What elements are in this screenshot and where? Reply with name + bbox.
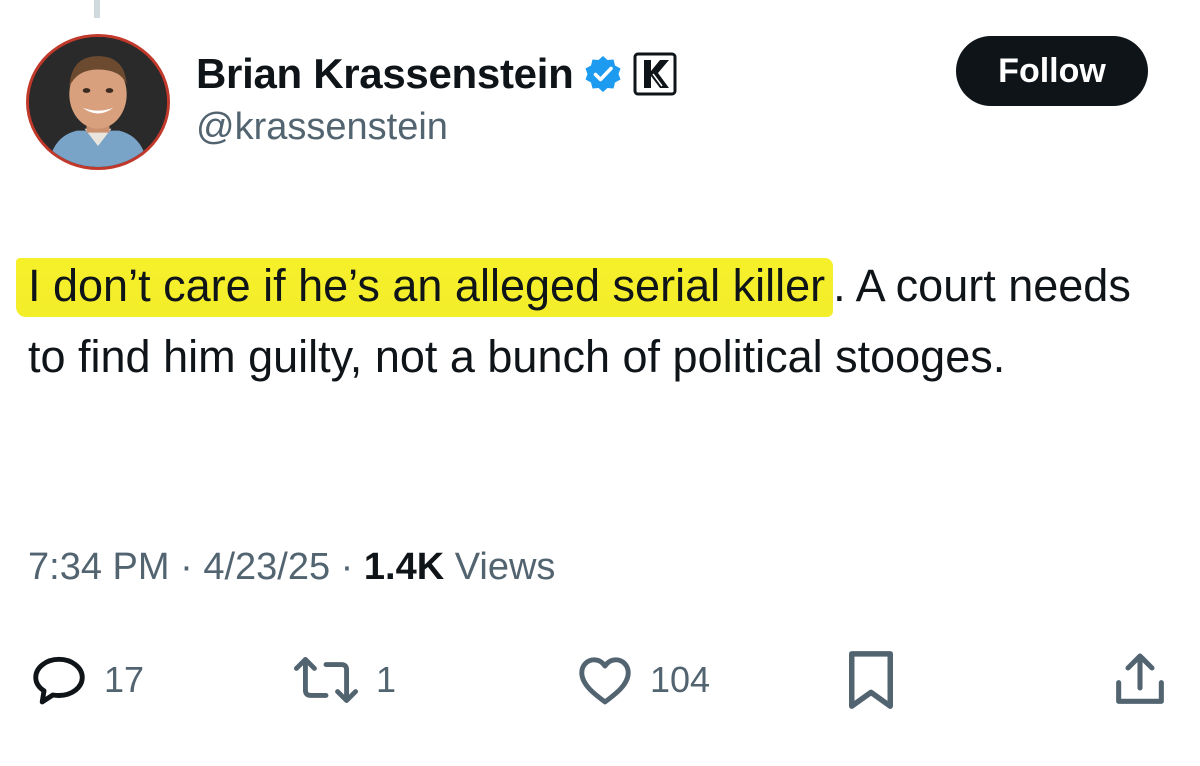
bookmark-button[interactable] [842, 640, 900, 720]
repost-icon [293, 656, 359, 704]
reply-count: 17 [104, 659, 145, 700]
like-button[interactable]: 104 [574, 640, 710, 720]
like-count: 104 [650, 659, 711, 700]
avatar-photo [29, 37, 167, 167]
thread-connector-line [94, 0, 100, 18]
verified-badge-icon[interactable] [583, 54, 623, 94]
repost-count: 1 [376, 659, 397, 700]
views-label: Views [454, 546, 556, 588]
meta-separator: · [340, 546, 354, 588]
bookmark-icon [849, 651, 893, 709]
views-count[interactable]: 1.4K [364, 546, 444, 588]
avatar[interactable] [26, 34, 170, 170]
author-display-name[interactable]: Brian Krassenstein [196, 50, 574, 98]
tweet-meta: 7:34 PM · 4/23/25 · 1.4K Views [28, 546, 555, 589]
tweet-date[interactable]: 4/23/25 [203, 546, 330, 588]
action-bar: 17 1 104 [0, 640, 1200, 720]
affiliate-k-badge-icon[interactable] [633, 52, 677, 96]
tweet-body: I don’t care if he’s an alleged serial k… [16, 250, 1178, 392]
follow-button[interactable]: Follow [956, 36, 1148, 106]
author-handle[interactable]: @krassenstein [196, 106, 448, 149]
highlighted-text: I don’t care if he’s an alleged serial k… [16, 258, 834, 317]
share-button[interactable] [1108, 640, 1172, 720]
repost-button[interactable]: 1 [290, 640, 396, 720]
author-name-row: Brian Krassenstein [196, 44, 677, 104]
tweet-time[interactable]: 7:34 PM [28, 546, 170, 588]
meta-separator: · [180, 546, 193, 588]
share-icon [1116, 653, 1164, 704]
reply-icon [33, 656, 85, 705]
like-icon [579, 657, 631, 705]
reply-button[interactable]: 17 [28, 640, 144, 720]
